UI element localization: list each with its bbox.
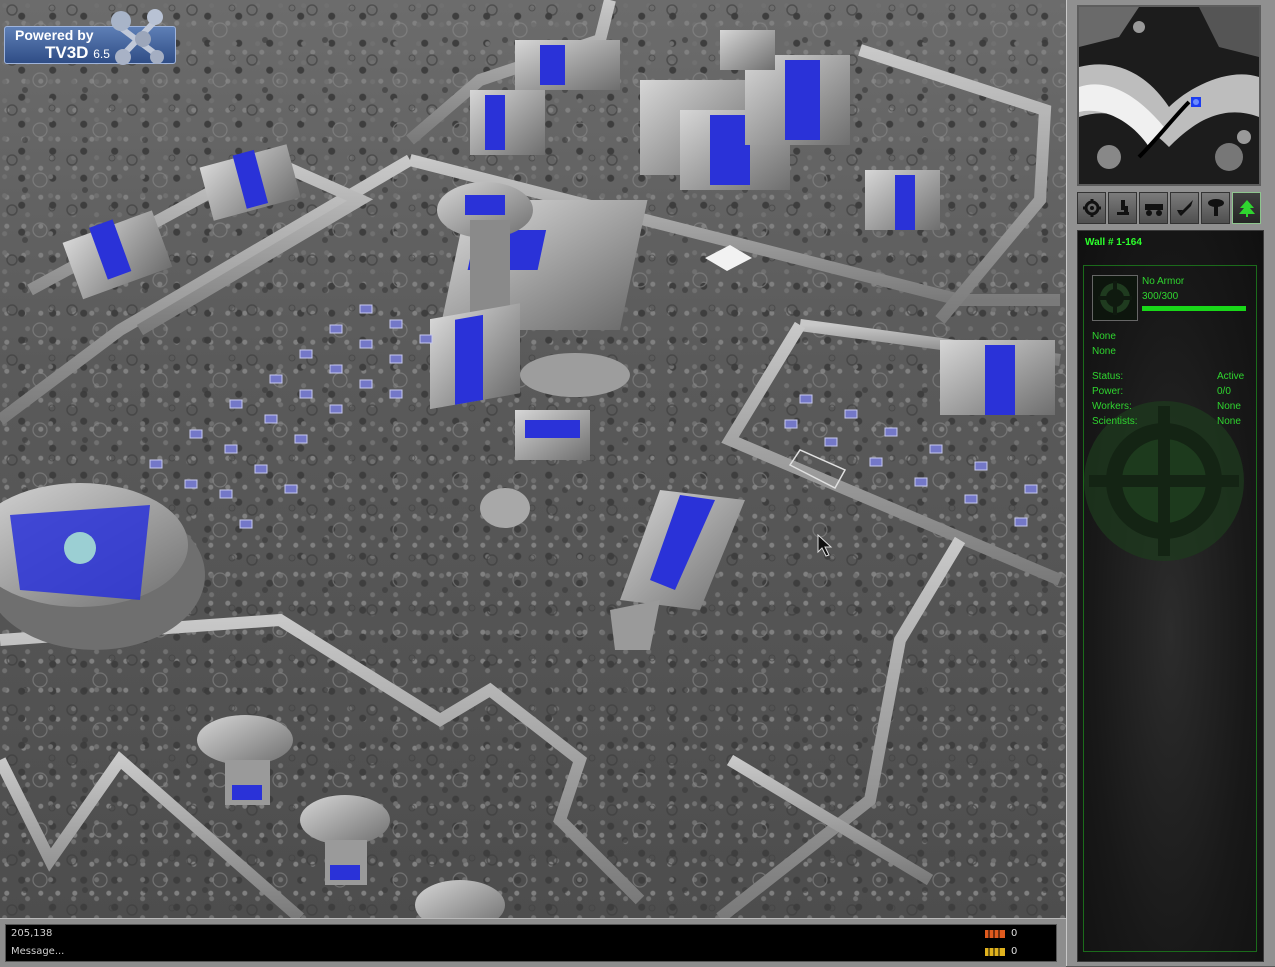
status-label: Status: <box>1092 371 1124 382</box>
mouse-cursor-icon <box>817 534 833 557</box>
energy-value: 0 <box>1011 946 1018 957</box>
structures-button[interactable] <box>1201 192 1230 224</box>
info-frame: No Armor 300/300 None None Status: Activ… <box>1083 265 1257 952</box>
selection-info-panel: Wall # 1-164 No Armor 300/300 None None … <box>1077 230 1264 962</box>
command-toolbar <box>1077 192 1264 226</box>
tree-icon <box>1238 200 1255 217</box>
microscope-icon <box>1116 200 1129 215</box>
info-line-2: None <box>1092 346 1116 357</box>
military-button[interactable] <box>1170 192 1199 224</box>
moon-base-scene[interactable] <box>0 0 1066 918</box>
armor-label: No Armor <box>1142 276 1185 287</box>
hp-bar <box>1142 306 1246 311</box>
game-viewport[interactable]: Powered by TV3D 6.5 <box>0 0 1066 918</box>
vehicle-icon <box>1144 204 1163 216</box>
status-value: Active <box>1217 371 1245 382</box>
settings-button[interactable] <box>1077 192 1106 224</box>
minimap-terrain[interactable] <box>1079 7 1259 184</box>
ore-resource: 0 <box>985 928 1017 939</box>
workers-value: None <box>1217 401 1241 412</box>
environment-button[interactable] <box>1232 192 1261 224</box>
engine-name: TV3D <box>45 43 89 62</box>
scientists-label: Scientists: <box>1092 416 1138 427</box>
message-line: Message... <box>11 946 65 957</box>
ore-icon <box>985 929 1005 938</box>
tower-icon <box>1207 199 1224 216</box>
scientists-value: None <box>1217 416 1241 427</box>
rocket-icon <box>1176 200 1193 216</box>
vehicles-button[interactable] <box>1139 192 1168 224</box>
gear-icon <box>1082 199 1101 217</box>
power-label: Power: <box>1092 386 1124 397</box>
info-line-1: None <box>1092 331 1116 342</box>
ore-value: 0 <box>1011 928 1018 939</box>
crosshair-icon <box>1098 281 1132 315</box>
bottom-bar: 205,138 Message... 0 0 <box>0 918 1066 967</box>
energy-icon <box>985 947 1005 956</box>
power-value: 0/0 <box>1217 386 1231 397</box>
energy-resource: 0 <box>985 946 1017 957</box>
workers-label: Workers: <box>1092 401 1132 412</box>
message-console[interactable]: 205,138 Message... 0 0 <box>5 924 1057 962</box>
cursor-coordinates: 205,138 <box>11 928 53 939</box>
engine-badge: Powered by TV3D 6.5 <box>4 9 176 65</box>
side-panel: Wall # 1-164 No Armor 300/300 None None … <box>1066 0 1275 966</box>
selected-object-title: Wall # 1-164 <box>1085 237 1142 248</box>
research-button[interactable] <box>1108 192 1137 224</box>
hp-value: 300/300 <box>1142 291 1179 302</box>
minimap[interactable] <box>1077 5 1261 186</box>
unit-portrait <box>1092 275 1138 321</box>
engine-logo-icon <box>111 9 164 65</box>
